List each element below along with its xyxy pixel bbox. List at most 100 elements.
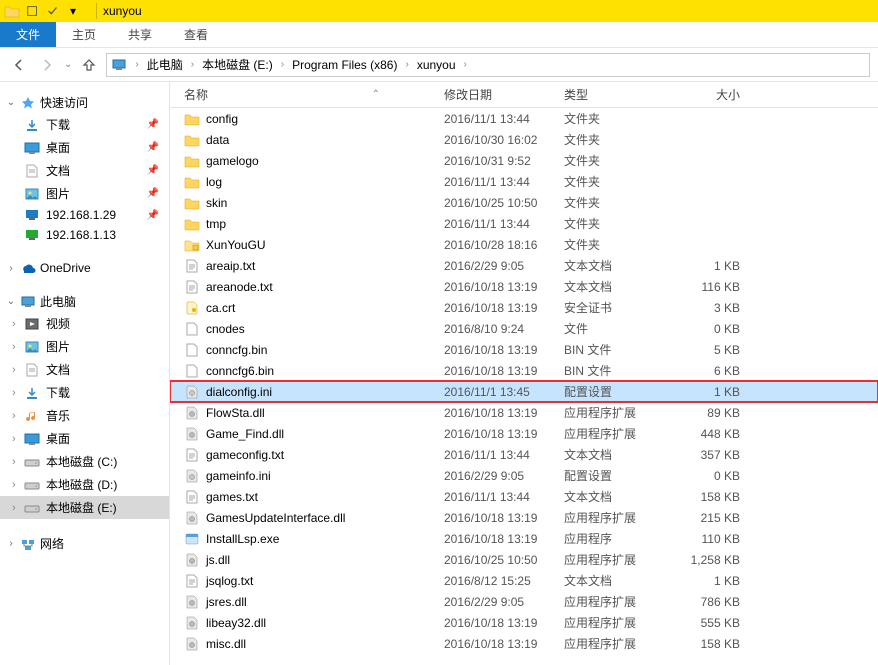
file-row[interactable]: config 2016/11/1 13:44 文件夹 — [170, 108, 878, 129]
file-row[interactable]: data 2016/10/30 16:02 文件夹 — [170, 129, 878, 150]
file-row[interactable]: jsres.dll 2016/2/29 9:05 应用程序扩展 786 KB — [170, 591, 878, 612]
folder-icon — [184, 154, 200, 168]
nav-item[interactable]: 视频 — [0, 312, 169, 335]
network-header[interactable]: › 网络 — [0, 533, 169, 554]
file-name: log — [206, 175, 222, 189]
file-date: 2016/10/18 13:19 — [430, 616, 550, 630]
chevron-right-icon[interactable]: › — [6, 538, 16, 549]
file-row[interactable]: tmp 2016/11/1 13:44 文件夹 — [170, 213, 878, 234]
file-row[interactable]: log 2016/11/1 13:44 文件夹 — [170, 171, 878, 192]
nav-item[interactable]: 桌面 — [0, 427, 169, 450]
tab-view[interactable]: 查看 — [168, 22, 224, 47]
quick-access-header[interactable]: ⌄ 快速访问 — [0, 92, 169, 113]
file-size: 3 KB — [670, 301, 760, 315]
navigation-pane: ⌄ 快速访问 下载📌桌面📌文档📌图片📌192.168.1.29📌192.168.… — [0, 82, 170, 665]
file-row[interactable]: areanode.txt 2016/10/18 13:19 文本文档 116 K… — [170, 276, 878, 297]
nav-item[interactable]: 192.168.1.29📌 — [0, 205, 169, 225]
history-dropdown[interactable]: ⌄ — [64, 59, 72, 70]
onedrive-header[interactable]: › OneDrive — [0, 259, 169, 277]
nav-item[interactable]: 文档📌 — [0, 159, 169, 182]
file-row[interactable]: conncfg.bin 2016/10/18 13:19 BIN 文件 5 KB — [170, 339, 878, 360]
file-row[interactable]: conncfg6.bin 2016/10/18 13:19 BIN 文件 6 K… — [170, 360, 878, 381]
column-headers: 名称⌃ 修改日期 类型 大小 — [170, 82, 878, 108]
nav-item[interactable]: 下载 — [0, 381, 169, 404]
pc-icon — [20, 295, 36, 309]
qat-properties-icon[interactable] — [26, 4, 40, 18]
file-row[interactable]: gameinfo.ini 2016/2/29 9:05 配置设置 0 KB — [170, 465, 878, 486]
nav-item[interactable]: 本地磁盘 (E:) — [0, 496, 169, 519]
nav-item[interactable]: 本地磁盘 (C:) — [0, 450, 169, 473]
breadcrumb[interactable]: › 此电脑 › 本地磁盘 (E:) › Program Files (x86) … — [106, 53, 870, 77]
file-row[interactable]: gameconfig.txt 2016/11/1 13:44 文本文档 357 … — [170, 444, 878, 465]
file-size: 158 KB — [670, 490, 760, 504]
nav-item[interactable]: 音乐 — [0, 404, 169, 427]
network-icon — [20, 537, 36, 551]
drive-icon — [24, 501, 40, 515]
file-row[interactable]: skin 2016/10/25 10:50 文件夹 — [170, 192, 878, 213]
ini-icon — [184, 469, 200, 483]
nav-item-label: 桌面 — [46, 430, 70, 447]
drive-icon — [24, 478, 40, 492]
breadcrumb-item[interactable]: Program Files (x86) — [290, 58, 399, 72]
column-type[interactable]: 类型 — [550, 86, 670, 103]
file-date: 2016/11/1 13:44 — [430, 490, 550, 504]
file-row[interactable]: js.dll 2016/10/25 10:50 应用程序扩展 1,258 KB — [170, 549, 878, 570]
file-row[interactable]: games.txt 2016/11/1 13:44 文本文档 158 KB — [170, 486, 878, 507]
chevron-right-icon[interactable]: › — [131, 59, 142, 70]
nav-item[interactable]: 图片 — [0, 335, 169, 358]
file-row[interactable]: cnodes 2016/8/10 9:24 文件 0 KB — [170, 318, 878, 339]
up-button[interactable] — [78, 54, 100, 76]
pin-icon: 📌 — [147, 142, 159, 153]
pin-icon: 📌 — [147, 188, 159, 199]
file-row[interactable]: GamesUpdateInterface.dll 2016/10/18 13:1… — [170, 507, 878, 528]
back-button[interactable] — [8, 54, 30, 76]
sort-ascending-icon: ⌃ — [372, 89, 380, 100]
chevron-right-icon[interactable]: › — [6, 263, 16, 274]
column-date[interactable]: 修改日期 — [430, 86, 550, 103]
column-name[interactable]: 名称⌃ — [170, 86, 430, 103]
column-size[interactable]: 大小 — [670, 86, 760, 103]
file-row[interactable]: misc.dll 2016/10/18 13:19 应用程序扩展 158 KB — [170, 633, 878, 654]
file-type: 文本文档 — [550, 446, 670, 463]
file-row[interactable]: areaip.txt 2016/2/29 9:05 文本文档 1 KB — [170, 255, 878, 276]
tab-home[interactable]: 主页 — [56, 22, 112, 47]
file-row[interactable]: FlowSta.dll 2016/10/18 13:19 应用程序扩展 89 K… — [170, 402, 878, 423]
file-type: 文件夹 — [550, 110, 670, 127]
file-row[interactable]: jsqlog.txt 2016/8/12 15:25 文本文档 1 KB — [170, 570, 878, 591]
this-pc-header[interactable]: ⌄ 此电脑 — [0, 291, 169, 312]
tab-share[interactable]: 共享 — [112, 22, 168, 47]
nav-item[interactable]: 图片📌 — [0, 182, 169, 205]
nav-item[interactable]: 文档 — [0, 358, 169, 381]
nav-item[interactable]: 192.168.1.13 — [0, 225, 169, 245]
nav-item[interactable]: 桌面📌 — [0, 136, 169, 159]
chevron-down-icon[interactable]: ⌄ — [6, 97, 16, 108]
nav-item[interactable]: 本地磁盘 (D:) — [0, 473, 169, 496]
file-row[interactable]: gamelogo 2016/10/31 9:52 文件夹 — [170, 150, 878, 171]
tab-file[interactable]: 文件 — [0, 22, 56, 47]
file-size: 5 KB — [670, 343, 760, 357]
chevron-right-icon[interactable]: › — [460, 59, 471, 70]
breadcrumb-item[interactable]: 此电脑 — [145, 56, 185, 73]
nav-item-label: 本地磁盘 (C:) — [46, 453, 117, 470]
file-row[interactable]: dialconfig.ini 2016/11/1 13:45 配置设置 1 KB — [170, 381, 878, 402]
txt-icon — [184, 574, 200, 588]
breadcrumb-item[interactable]: xunyou — [415, 58, 458, 72]
breadcrumb-item[interactable]: 本地磁盘 (E:) — [200, 56, 275, 73]
file-row[interactable]: XunYouGU 2016/10/28 18:16 文件夹 — [170, 234, 878, 255]
chevron-right-icon[interactable]: › — [277, 59, 288, 70]
chevron-right-icon[interactable]: › — [187, 59, 198, 70]
qat-dropdown-icon[interactable]: ▾ — [66, 4, 80, 18]
nav-item-label: 本地磁盘 (E:) — [46, 499, 117, 516]
qat-checkbox-icon[interactable] — [46, 4, 60, 18]
chevron-down-icon[interactable]: ⌄ — [6, 296, 16, 307]
forward-button[interactable] — [36, 54, 58, 76]
file-type: 应用程序 — [550, 530, 670, 547]
file-row[interactable]: libeay32.dll 2016/10/18 13:19 应用程序扩展 555… — [170, 612, 878, 633]
nav-item-label: 文档 — [46, 361, 70, 378]
file-row[interactable]: InstallLsp.exe 2016/10/18 13:19 应用程序 110… — [170, 528, 878, 549]
file-row[interactable]: ca.crt 2016/10/18 13:19 安全证书 3 KB — [170, 297, 878, 318]
nav-item[interactable]: 下载📌 — [0, 113, 169, 136]
file-row[interactable]: Game_Find.dll 2016/10/18 13:19 应用程序扩展 44… — [170, 423, 878, 444]
file-size: 0 KB — [670, 469, 760, 483]
chevron-right-icon[interactable]: › — [401, 59, 412, 70]
